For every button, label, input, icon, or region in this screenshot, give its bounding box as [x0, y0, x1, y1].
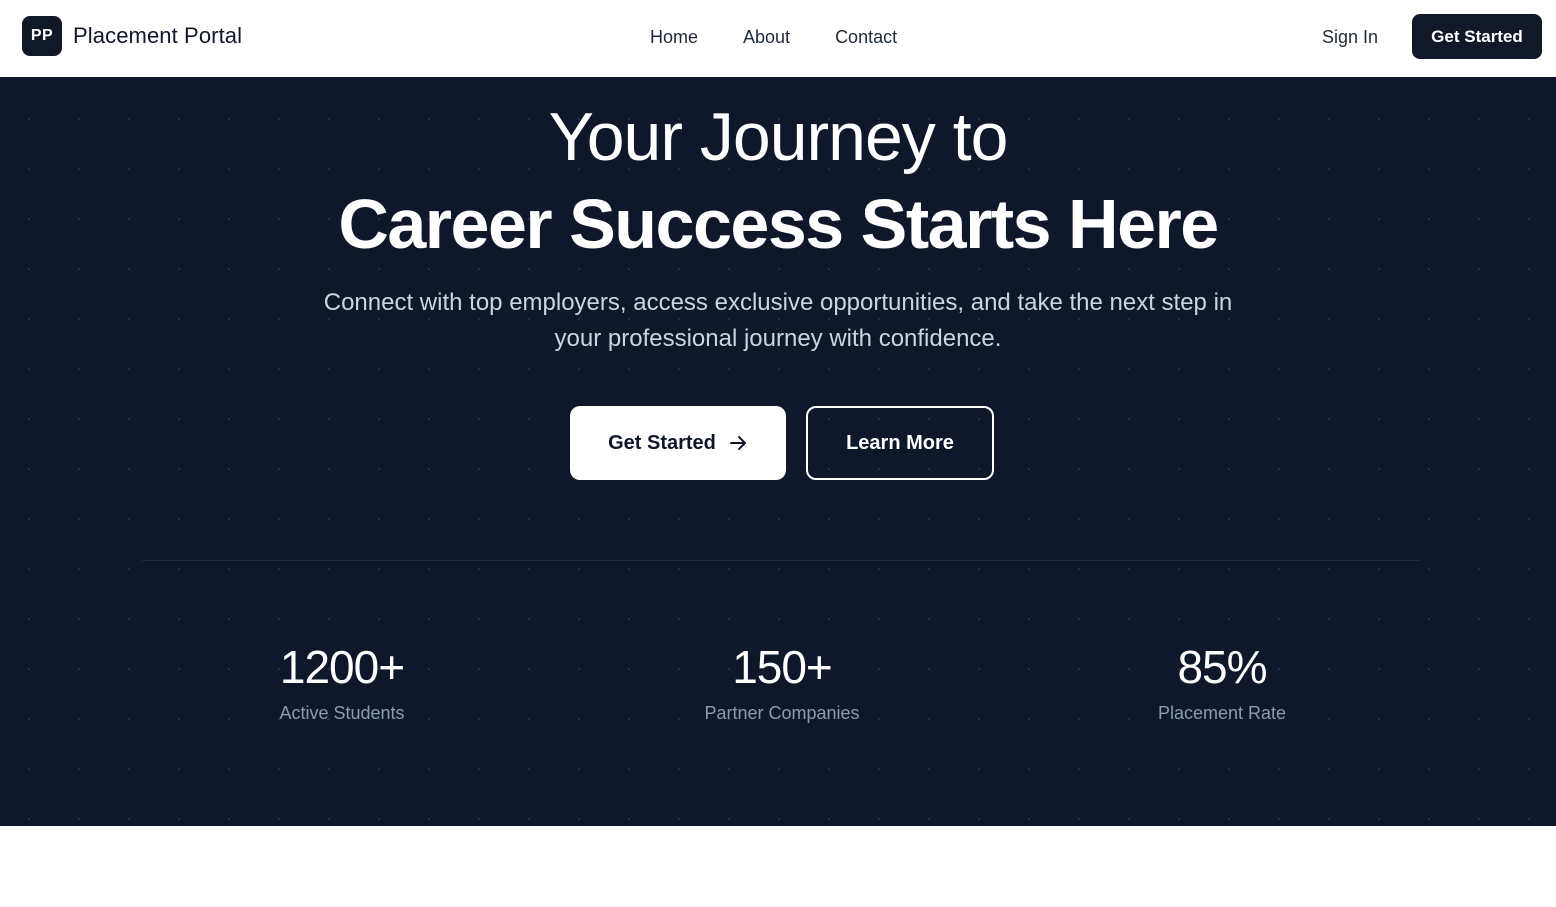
- stat-label: Active Students: [279, 703, 405, 723]
- nav-link-contact[interactable]: Contact: [835, 27, 897, 48]
- brand-badge: PP: [22, 16, 62, 56]
- stat-label: Placement Rate: [1157, 703, 1287, 723]
- hero-get-started-label: Get Started: [608, 431, 716, 454]
- stat-label: Partner Companies: [704, 703, 860, 723]
- top-navbar: PP Placement Portal Home About Contact S…: [0, 0, 1556, 77]
- hero-get-started-button[interactable]: Get Started: [570, 406, 786, 480]
- nav-link-home[interactable]: Home: [650, 27, 698, 48]
- brand-logo-link[interactable]: PP Placement Portal: [22, 16, 242, 56]
- stat-active-students: 1200+ Active Students: [192, 639, 492, 725]
- stat-value: 150+: [732, 641, 833, 693]
- stat-value: 85%: [1177, 641, 1267, 693]
- hero-title-line1: Your Journey to: [548, 99, 1009, 175]
- nav-link-about[interactable]: About: [743, 27, 790, 48]
- stat-value: 1200+: [279, 641, 405, 693]
- learn-more-button[interactable]: Learn More: [806, 406, 994, 480]
- brand-name: Placement Portal: [73, 23, 243, 48]
- hero-divider: [142, 560, 1421, 561]
- hero-section: Your Journey to Career Success Starts He…: [0, 77, 1556, 826]
- arrow-right-icon: [728, 433, 748, 453]
- sign-in-link[interactable]: Sign In: [1322, 27, 1378, 48]
- nav-get-started-button[interactable]: Get Started: [1412, 14, 1542, 59]
- stat-partner-companies: 150+ Partner Companies: [632, 639, 932, 725]
- stat-placement-rate: 85% Placement Rate: [1072, 639, 1372, 725]
- hero-title-line2: Career Success Starts Here: [338, 185, 1219, 263]
- primary-nav: Home About Contact: [650, 27, 897, 48]
- hero-subtitle: Connect with top employers, access exclu…: [323, 289, 1233, 352]
